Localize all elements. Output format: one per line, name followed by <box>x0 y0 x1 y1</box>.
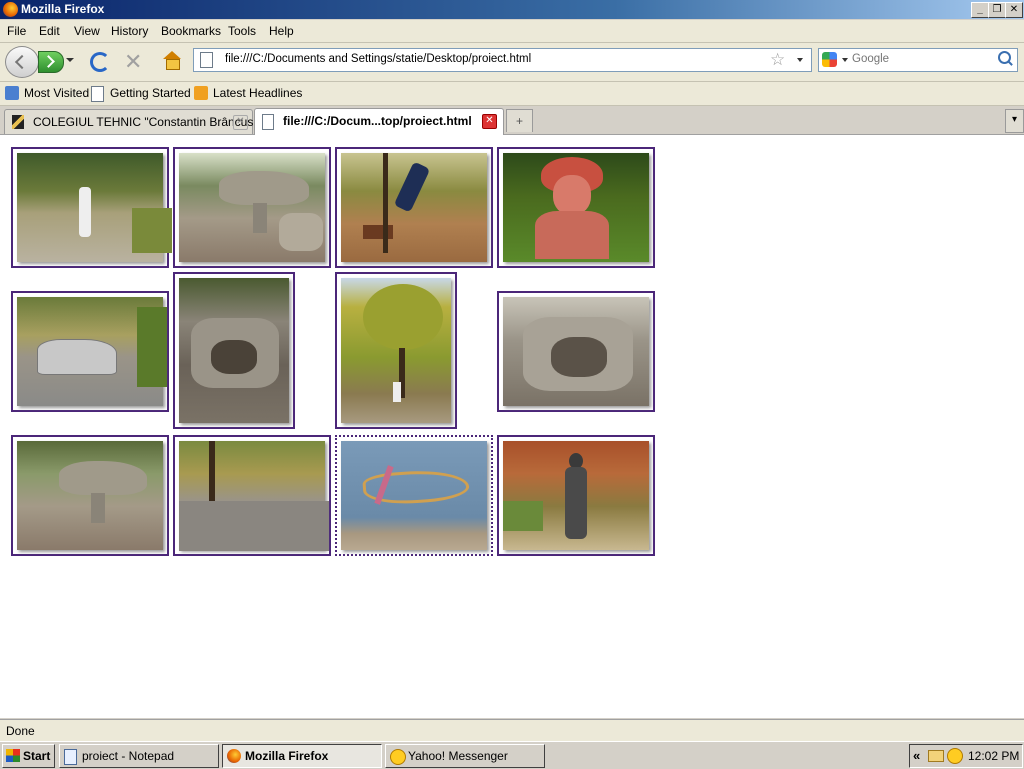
list-all-tabs-button[interactable]: ▾ <box>1005 109 1024 133</box>
restore-button[interactable]: ❐ <box>988 2 1006 18</box>
windows-logo-icon <box>6 749 20 762</box>
back-button[interactable] <box>5 46 39 78</box>
menu-history[interactable]: History <box>111 24 148 38</box>
status-text: Done <box>6 724 35 738</box>
page-content <box>0 135 1024 718</box>
stop-icon[interactable]: ✕ <box>124 49 142 75</box>
mail-notification-icon[interactable] <box>928 750 944 762</box>
engine-dropdown-icon[interactable] <box>842 58 848 62</box>
yahoo-tray-icon[interactable] <box>947 748 963 764</box>
window-title-bar: Mozilla Firefox _ ❐ ✕ <box>0 0 1024 19</box>
gallery-photo[interactable] <box>173 147 331 268</box>
photo-stone-fountain-portrait <box>179 278 289 423</box>
history-dropdown-icon[interactable] <box>66 58 74 62</box>
system-tray: « 12:02 PM <box>909 744 1023 768</box>
page-icon <box>91 86 104 102</box>
menu-file[interactable]: File <box>7 24 26 38</box>
page-icon <box>262 114 274 130</box>
firefox-icon <box>3 2 18 17</box>
tab-colegiul[interactable]: COLEGIUL TEHNIC "Constantin Brâncusi" ✕ <box>4 109 260 134</box>
url-bar[interactable]: file:///C:/Documents and Settings/statie… <box>193 48 812 72</box>
gallery-photo[interactable] <box>335 435 493 556</box>
url-dropdown-icon[interactable] <box>797 58 803 62</box>
minimize-button[interactable]: _ <box>971 2 989 18</box>
firefox-icon <box>227 749 241 763</box>
photo-jumping-person-bench <box>341 153 487 262</box>
notepad-icon <box>64 749 77 765</box>
photo-path-walker-park <box>17 153 172 262</box>
photo-empty-park-road <box>179 441 329 551</box>
page-icon <box>200 52 213 68</box>
gallery-photo[interactable] <box>497 147 655 268</box>
menu-help[interactable]: Help <box>269 24 294 38</box>
new-tab-button[interactable]: + <box>506 109 533 132</box>
gallery-photo[interactable] <box>497 435 655 556</box>
menu-bar: File Edit View History Bookmarks Tools H… <box>0 20 1024 43</box>
taskbar: Start proiect - Notepad Mozilla Firefox … <box>0 741 1024 769</box>
photo-stone-fountain <box>503 297 649 406</box>
photo-red-child-statue <box>503 153 649 262</box>
gallery-photo[interactable] <box>335 147 493 268</box>
photo-graffiti-wall <box>341 441 487 550</box>
start-button[interactable]: Start <box>2 744 55 768</box>
gallery-photo[interactable] <box>11 291 169 412</box>
home-icon[interactable] <box>163 51 181 70</box>
tab-proiect[interactable]: file:///C:/Docum...top/proiect.html ✕ <box>254 108 504 135</box>
task-yahoo-messenger[interactable]: Yahoo! Messenger <box>385 744 545 768</box>
gallery-photo[interactable] <box>497 291 655 412</box>
tray-expand-icon[interactable]: « <box>913 748 920 763</box>
window-title: Mozilla Firefox <box>21 2 105 16</box>
clock: 12:02 PM <box>968 749 1020 763</box>
url-text[interactable]: file:///C:/Documents and Settings/statie… <box>225 53 531 65</box>
rss-feed-icon <box>194 86 208 100</box>
photo-silver-car-road <box>17 297 167 406</box>
gallery-photo[interactable] <box>11 435 169 556</box>
close-button[interactable]: ✕ <box>1005 2 1023 18</box>
bookmarks-toolbar: Most Visited Getting Started Latest Head… <box>0 82 1024 106</box>
search-magnifier-icon[interactable] <box>998 51 1011 64</box>
photo-stone-table-sculpture <box>179 153 325 262</box>
photo-stone-table-sculpture-2 <box>17 441 163 550</box>
google-engine-icon[interactable] <box>822 52 837 67</box>
gallery-photo[interactable] <box>11 147 172 268</box>
reload-icon[interactable] <box>90 52 110 72</box>
bookmark-star-icon[interactable]: ☆ <box>770 50 785 70</box>
forward-button[interactable] <box>38 51 64 73</box>
tab-close-icon[interactable]: ✕ <box>482 114 497 129</box>
task-firefox[interactable]: Mozilla Firefox <box>222 744 382 768</box>
navigation-toolbar: ✕ file:///C:/Documents and Settings/stat… <box>0 43 1024 82</box>
menu-view[interactable]: View <box>74 24 100 38</box>
photo-yellow-tree-portrait <box>341 278 451 423</box>
gallery-photo[interactable] <box>173 272 295 429</box>
most-visited-icon <box>5 86 19 100</box>
menu-tools[interactable]: Tools <box>228 24 256 38</box>
menu-edit[interactable]: Edit <box>39 24 60 38</box>
gallery-photo[interactable] <box>335 272 457 429</box>
site-favicon-icon <box>12 115 24 129</box>
search-bar <box>818 48 1018 72</box>
tab-close-icon[interactable]: ✕ <box>233 115 248 130</box>
menu-bookmarks[interactable]: Bookmarks <box>161 24 221 38</box>
task-notepad[interactable]: proiect - Notepad <box>59 744 219 768</box>
status-bar: Done <box>0 719 1024 741</box>
photo-bronze-statue-autumn <box>503 441 649 550</box>
gallery-photo[interactable] <box>173 435 331 556</box>
yahoo-messenger-icon <box>390 749 406 765</box>
tab-bar: COLEGIUL TEHNIC "Constantin Brâncusi" ✕ … <box>0 106 1024 135</box>
search-input[interactable] <box>852 51 992 67</box>
